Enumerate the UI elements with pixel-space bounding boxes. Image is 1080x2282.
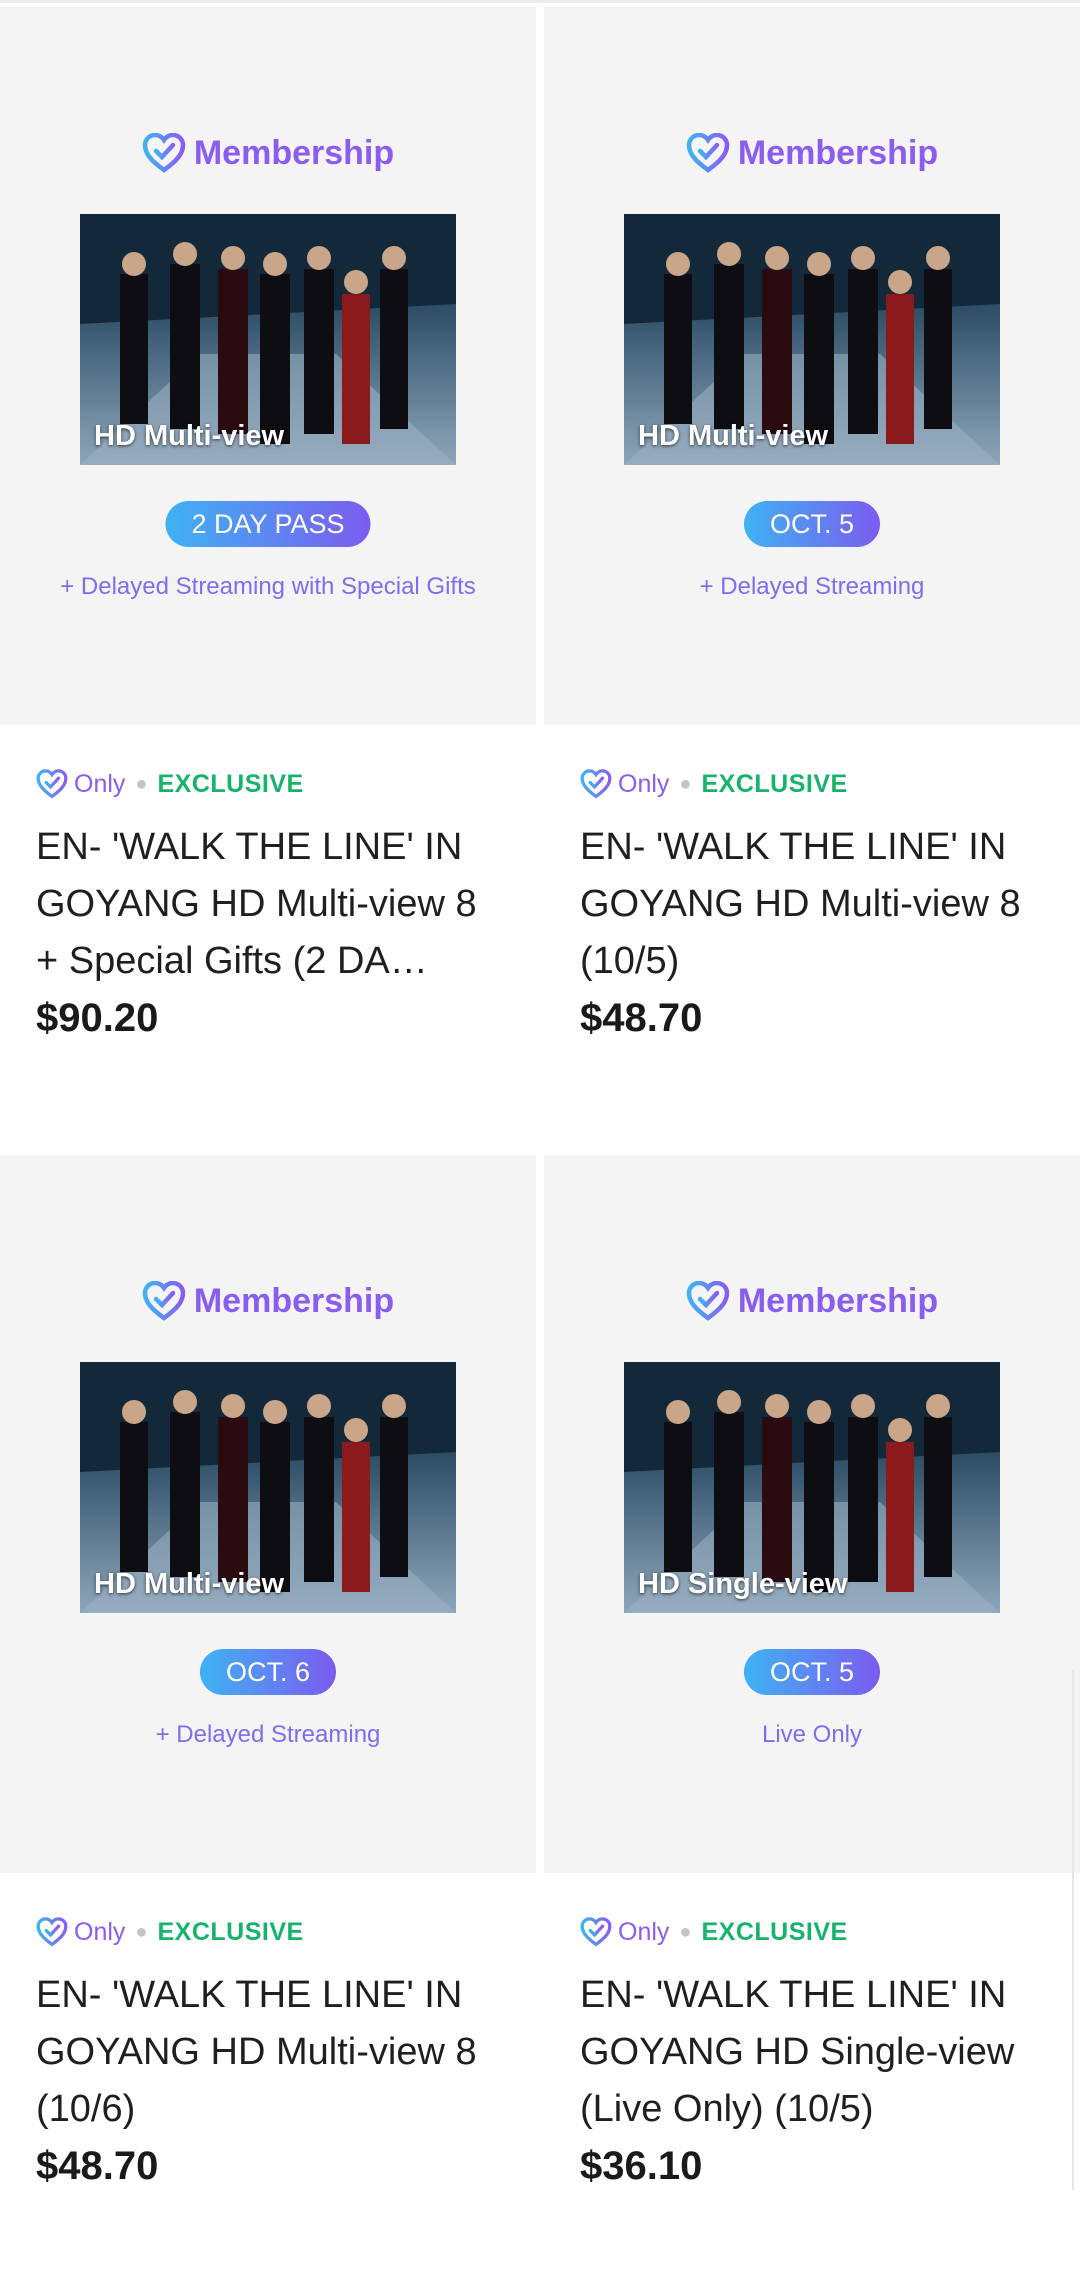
badge-row: Only ● EXCLUSIVE <box>36 1915 500 1949</box>
product-photo: HD Multi-view <box>624 214 1000 465</box>
separator-dot: ● <box>679 772 692 795</box>
product-info: Only ● EXCLUSIVE EN- 'WALK THE LINE' IN … <box>0 767 536 1041</box>
product-price: $90.20 <box>36 996 159 1040</box>
membership-brand: Membership <box>544 133 1080 173</box>
thumbnail-subtitle: + Delayed Streaming <box>699 573 925 600</box>
product-info: Only ● EXCLUSIVE EN- 'WALK THE LINE' IN … <box>544 1915 1080 2189</box>
only-label: Only <box>618 769 670 798</box>
exclusive-label: EXCLUSIVE <box>157 769 304 798</box>
only-label: Only <box>618 1917 670 1946</box>
product-card[interactable]: Membership <box>544 1155 1080 2189</box>
photo-label: HD Multi-view <box>94 420 285 452</box>
product-photo: HD Multi-view <box>80 214 456 465</box>
separator-dot: ● <box>135 772 148 795</box>
heart-check-icon <box>686 133 730 173</box>
heart-check-icon <box>686 1281 730 1321</box>
date-pill: OCT. 5 <box>743 1649 881 1695</box>
only-label: Only <box>74 1917 126 1946</box>
thumbnail-subtitle: + Delayed Streaming with Special Gifts <box>60 573 476 600</box>
heart-check-icon <box>36 1917 68 1947</box>
top-divider <box>0 0 1080 3</box>
membership-brand: Membership <box>0 133 536 173</box>
heart-check-icon <box>142 133 186 173</box>
thumbnail-subtitle: Live Only <box>761 1721 863 1748</box>
membership-brand: Membership <box>544 1281 1080 1321</box>
photo-label: HD Single-view <box>638 1568 848 1600</box>
photo-label: HD Multi-view <box>94 1568 285 1600</box>
product-title[interactable]: EN- 'WALK THE LINE' IN GOYANG HD Multi-v… <box>580 819 1044 990</box>
product-price: $36.10 <box>580 2144 703 2188</box>
date-pill: OCT. 6 <box>199 1649 337 1695</box>
product-thumbnail[interactable]: Membership <box>0 7 536 725</box>
badge-row: Only ● EXCLUSIVE <box>36 767 500 801</box>
separator-dot: ● <box>679 1920 692 1943</box>
product-photo: HD Multi-view <box>80 1362 456 1613</box>
product-thumbnail[interactable]: Membership <box>544 7 1080 725</box>
product-price: $48.70 <box>36 2144 159 2188</box>
product-title[interactable]: EN- 'WALK THE LINE' IN GOYANG HD Single-… <box>580 1967 1044 2138</box>
membership-label: Membership <box>737 133 939 172</box>
heart-check-icon <box>142 1281 186 1321</box>
product-price: $48.70 <box>580 996 703 1040</box>
product-card[interactable]: Membership <box>0 7 536 1041</box>
heart-check-icon <box>36 769 68 799</box>
date-pill: OCT. 5 <box>743 501 881 547</box>
product-info: Only ● EXCLUSIVE EN- 'WALK THE LINE' IN … <box>544 767 1080 1041</box>
membership-label: Membership <box>193 133 395 172</box>
product-thumbnail[interactable]: Membership <box>0 1155 536 1873</box>
badge-row: Only ● EXCLUSIVE <box>580 767 1044 801</box>
exclusive-label: EXCLUSIVE <box>701 769 848 798</box>
separator-dot: ● <box>135 1920 148 1943</box>
scrollbar[interactable] <box>1072 1670 1080 2190</box>
date-pill: 2 DAY PASS <box>165 501 371 547</box>
product-title[interactable]: EN- 'WALK THE LINE' IN GOYANG HD Multi-v… <box>36 1967 500 2138</box>
product-thumbnail[interactable]: Membership <box>544 1155 1080 1873</box>
only-label: Only <box>74 769 126 798</box>
thumbnail-subtitle: + Delayed Streaming <box>155 1721 381 1748</box>
heart-check-icon <box>580 1917 612 1947</box>
photo-label: HD Multi-view <box>638 420 829 452</box>
product-card[interactable]: Membership <box>544 7 1080 1041</box>
exclusive-label: EXCLUSIVE <box>701 1917 848 1946</box>
product-info: Only ● EXCLUSIVE EN- 'WALK THE LINE' IN … <box>0 1915 536 2189</box>
product-title[interactable]: EN- 'WALK THE LINE' IN GOYANG HD Multi-v… <box>36 819 500 990</box>
membership-label: Membership <box>193 1281 395 1320</box>
membership-brand: Membership <box>0 1281 536 1321</box>
product-card[interactable]: Membership <box>0 1155 536 2189</box>
product-photo: HD Single-view <box>624 1362 1000 1613</box>
membership-label: Membership <box>737 1281 939 1320</box>
badge-row: Only ● EXCLUSIVE <box>580 1915 1044 1949</box>
exclusive-label: EXCLUSIVE <box>157 1917 304 1946</box>
heart-check-icon <box>580 769 612 799</box>
